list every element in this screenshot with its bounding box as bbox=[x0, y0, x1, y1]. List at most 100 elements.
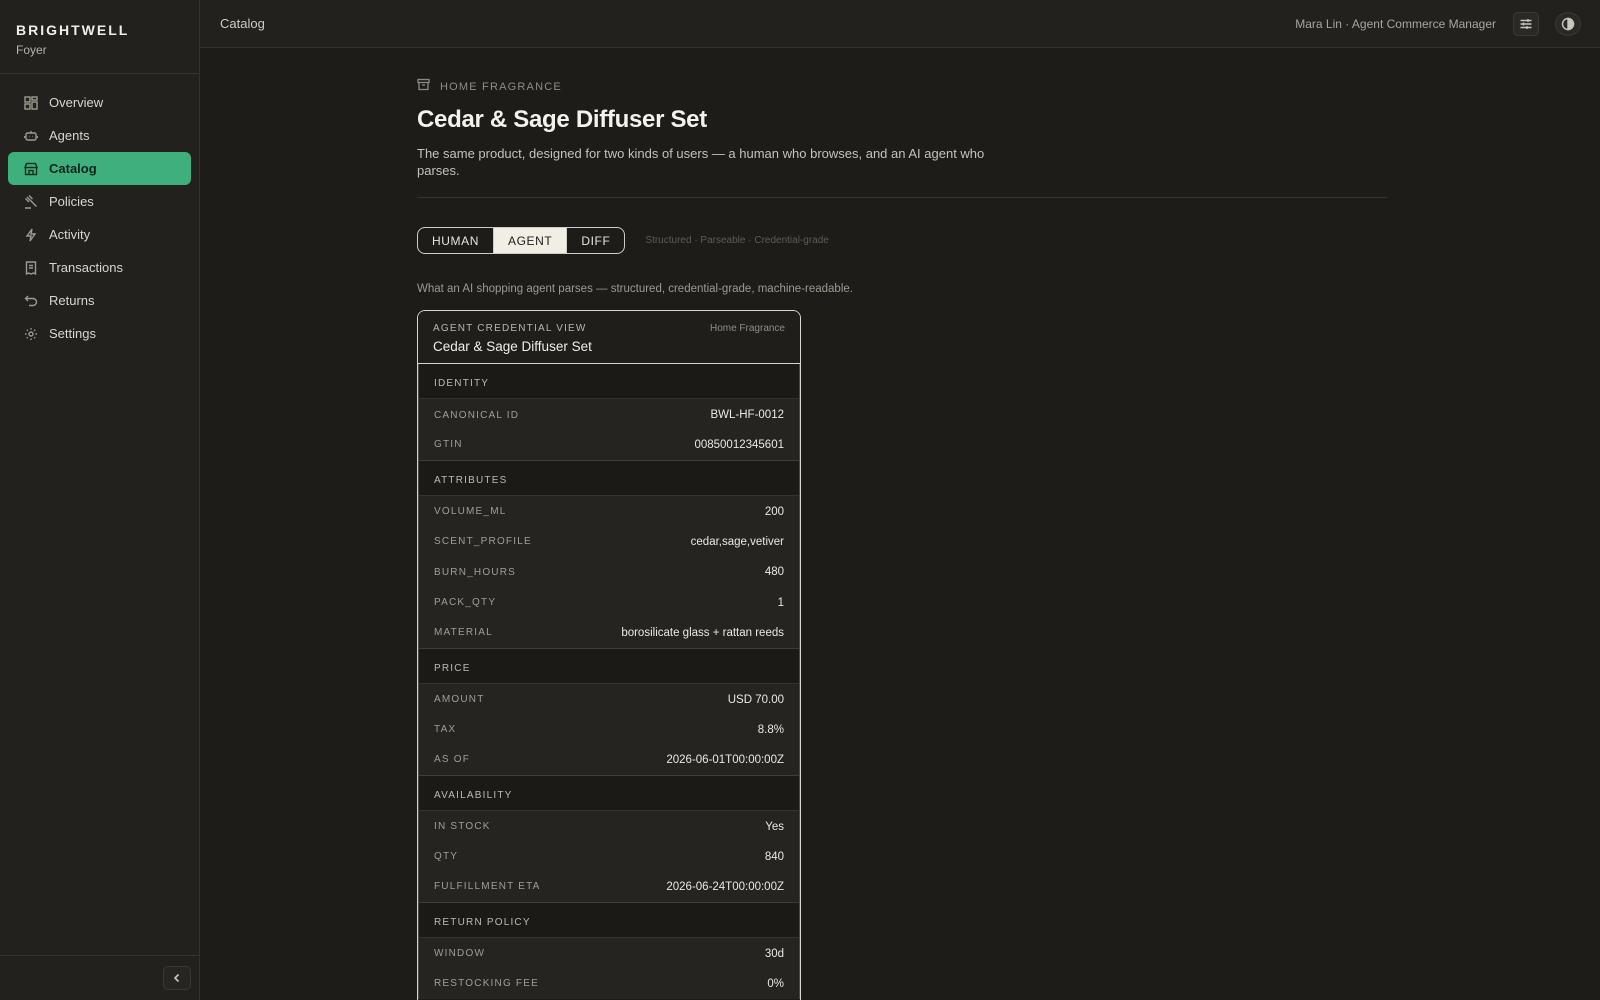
field-row: GTIN 00850012345601 bbox=[419, 430, 799, 461]
field-row: QTY 840 bbox=[419, 841, 799, 872]
tab-agent[interactable]: AGENT bbox=[494, 228, 568, 253]
brand-name: BRIGHTWELL bbox=[16, 22, 130, 38]
view-switcher: HUMAN AGENT DIFF Structured · Parseable … bbox=[417, 227, 1387, 254]
sidebar-item-label: Catalog bbox=[49, 161, 97, 176]
user-info: Mara Lin · Agent Commerce Manager bbox=[1295, 17, 1496, 31]
field-row: RESTOCKING FEE 0% bbox=[419, 968, 799, 999]
sidebar-item-label: Agents bbox=[49, 128, 90, 143]
theme-toggle-button[interactable] bbox=[1555, 12, 1581, 36]
page-description: The same product, designed for two kinds… bbox=[417, 146, 985, 178]
breadcrumb[interactable]: Catalog bbox=[220, 16, 265, 31]
sidebar-item-label: Transactions bbox=[49, 260, 123, 275]
category-label: HOME FRAGRANCE bbox=[440, 81, 562, 93]
field-row: WINDOW 30d bbox=[419, 937, 799, 969]
archive-box-icon bbox=[417, 78, 430, 96]
sidebar-item-label: Overview bbox=[49, 95, 104, 110]
field-value: 480 bbox=[764, 566, 784, 579]
field-key: AS OF bbox=[434, 754, 471, 766]
field-key: AMOUNT bbox=[434, 694, 485, 705]
field-key: BURN_HOURS bbox=[434, 566, 517, 578]
product-category: HOME FRAGRANCE bbox=[417, 78, 1387, 96]
field-value: borosilicate glass + rattan reeds bbox=[621, 626, 784, 639]
field-row: BURN_HOURS 480 bbox=[419, 557, 799, 588]
field-row: TAX 8.8% bbox=[419, 714, 799, 745]
section-availability: AVAILABILITY bbox=[419, 775, 799, 811]
sidebar-item-label: Returns bbox=[49, 293, 95, 308]
workspace-name: Foyer bbox=[16, 43, 47, 57]
field-key: TAX bbox=[434, 724, 457, 736]
sidebar-item-label: Activity bbox=[49, 227, 91, 242]
field-value: 0% bbox=[767, 977, 784, 990]
card-category: Home Fragrance bbox=[709, 323, 785, 334]
bolt-icon bbox=[24, 228, 38, 242]
topbar: Catalog Mara Lin · Agent Commerce Manage… bbox=[200, 0, 1600, 48]
sidebar-item-label: Policies bbox=[49, 194, 94, 209]
field-row: AMOUNT USD 70.00 bbox=[419, 683, 799, 715]
sidebar-item-returns[interactable]: Returns bbox=[8, 284, 191, 317]
sidebar-item-catalog[interactable]: Catalog bbox=[8, 152, 191, 185]
filter-settings-button[interactable] bbox=[1513, 12, 1539, 36]
section-price: PRICE bbox=[419, 648, 799, 684]
field-row: CANONICAL ID BWL-HF-0012 bbox=[419, 399, 799, 430]
sidebar-footer bbox=[0, 955, 199, 1000]
card-header: AGENT CREDENTIAL VIEW Cedar & Sage Diffu… bbox=[418, 311, 800, 364]
section-return-policy: RETURN POLICY bbox=[419, 902, 799, 938]
field-key: MATERIAL bbox=[434, 627, 493, 639]
sidebar-item-settings[interactable]: Settings bbox=[8, 317, 191, 350]
sidebar-item-agents[interactable]: Agents bbox=[8, 119, 191, 152]
storefront-icon bbox=[24, 162, 38, 176]
sidebar-item-label: Settings bbox=[49, 326, 96, 341]
field-key: RESTOCKING FEE bbox=[434, 978, 539, 990]
field-value: 840 bbox=[764, 850, 784, 863]
field-value: Yes bbox=[765, 820, 784, 833]
field-value: USD 70.00 bbox=[727, 693, 784, 706]
sliders-icon bbox=[1520, 19, 1532, 29]
section-identity: IDENTITY bbox=[419, 364, 799, 399]
field-key: PACK_QTY bbox=[434, 597, 497, 609]
card-body: IDENTITY CANONICAL ID BWL-HF-0012 GTIN 0… bbox=[418, 364, 800, 999]
field-key: SCENT_PROFILE bbox=[434, 536, 532, 548]
tab-human[interactable]: HUMAN bbox=[418, 228, 494, 253]
main-content: HOME FRAGRANCE Cedar & Sage Diffuser Set… bbox=[417, 48, 1387, 1000]
field-value: BWL-HF-0012 bbox=[710, 409, 785, 421]
contrast-icon bbox=[1561, 17, 1575, 31]
field-row: MATERIAL borosilicate glass + rattan ree… bbox=[419, 618, 799, 649]
divider bbox=[417, 197, 1387, 198]
sidebar-item-overview[interactable]: Overview bbox=[8, 86, 191, 119]
field-key: WINDOW bbox=[434, 948, 486, 959]
field-value: 00850012345601 bbox=[694, 438, 784, 451]
sidebar-item-activity[interactable]: Activity bbox=[8, 218, 191, 251]
field-row: VOLUME_ML 200 bbox=[419, 495, 799, 527]
field-row: IN STOCK Yes bbox=[419, 810, 799, 842]
field-row: AS OF 2026-06-01T00:00:00Z bbox=[419, 745, 799, 776]
sidebar-item-transactions[interactable]: Transactions bbox=[8, 251, 191, 284]
agent-credential-card: AGENT CREDENTIAL VIEW Cedar & Sage Diffu… bbox=[417, 310, 801, 1000]
sidebar-item-policies[interactable]: Policies bbox=[8, 185, 191, 218]
field-row: FULFILLMENT ETA 2026-06-24T00:00:00Z bbox=[419, 872, 799, 903]
grid-icon bbox=[24, 95, 38, 110]
field-row: PACK_QTY 1 bbox=[419, 587, 799, 618]
field-value: cedar,sage,vetiver bbox=[690, 535, 784, 548]
collapse-sidebar-button[interactable] bbox=[163, 966, 191, 990]
robot-icon bbox=[24, 129, 38, 143]
page-title: Cedar & Sage Diffuser Set bbox=[417, 106, 707, 133]
field-key: GTIN bbox=[434, 439, 463, 451]
view-caption: What an AI shopping agent parses — struc… bbox=[417, 283, 853, 295]
field-value: 2026-06-24T00:00:00Z bbox=[666, 880, 784, 893]
tab-diff[interactable]: DIFF bbox=[567, 228, 624, 253]
gavel-icon bbox=[24, 194, 38, 209]
card-title: Cedar & Sage Diffuser Set bbox=[433, 339, 592, 354]
field-value: 30d bbox=[764, 947, 784, 960]
return-arrow-icon bbox=[24, 294, 38, 308]
view-hint: Structured · Parseable · Credential-grad… bbox=[645, 235, 829, 246]
field-value: 1 bbox=[777, 596, 784, 609]
sidebar-nav: Overview Agents Catalog Policies Activit… bbox=[0, 74, 199, 350]
view-tabs: HUMAN AGENT DIFF bbox=[417, 227, 626, 254]
field-key: QTY bbox=[434, 851, 459, 863]
field-key: IN STOCK bbox=[434, 821, 491, 832]
gear-icon bbox=[24, 327, 38, 341]
field-key: VOLUME_ML bbox=[434, 506, 507, 517]
brand: BRIGHTWELL Foyer bbox=[0, 0, 199, 74]
field-key: FULFILLMENT ETA bbox=[434, 881, 541, 893]
sidebar: BRIGHTWELL Foyer Overview Agents Catalog… bbox=[0, 0, 200, 1000]
